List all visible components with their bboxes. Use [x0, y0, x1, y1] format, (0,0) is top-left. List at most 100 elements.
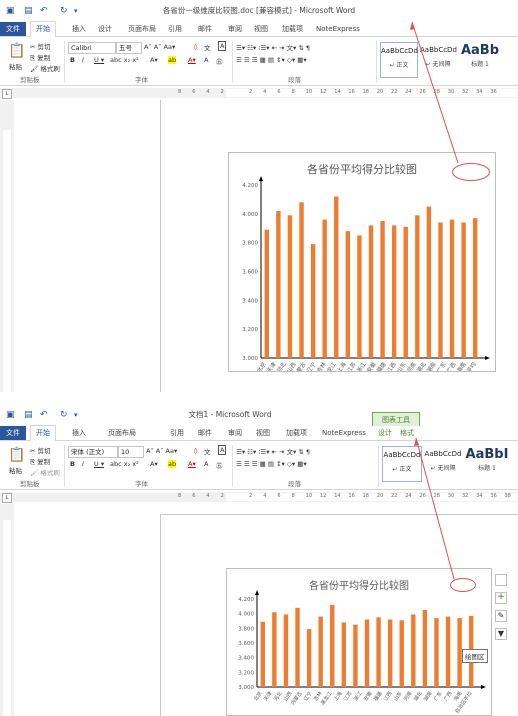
- tab-chart-format[interactable]: 格式: [400, 426, 414, 440]
- strike-sub-sup-buttons[interactable]: abc x₂ x²: [110, 56, 139, 64]
- cut-button[interactable]: ✂ 剪切: [30, 41, 51, 51]
- char-border-icon[interactable]: A: [218, 445, 227, 455]
- bar: [299, 202, 304, 358]
- tab-3[interactable]: 页面布局: [108, 426, 136, 440]
- tab-chart-design[interactable]: 设计: [378, 426, 392, 440]
- paste-icon[interactable]: 📋: [8, 447, 25, 463]
- x-tick-label: 天津: [266, 361, 278, 371]
- tab-1[interactable]: 开始: [30, 425, 56, 442]
- alignment-buttons[interactable]: ☰ ☰ ☰ ▦ ▤ ↕▾ ◇▾ ▦▾: [236, 460, 307, 468]
- tab-selector[interactable]: L: [2, 89, 12, 99]
- bar: [426, 206, 432, 358]
- horizontal-ruler[interactable]: L 8 6 4 2 2 4 6 8 10 12 14 16 18 20 22 24 26 28 30 32 34 36 38: [0, 492, 518, 503]
- font-color-icon[interactable]: A▾: [188, 460, 196, 468]
- vertical-ruler[interactable]: [0, 504, 14, 716]
- font-grow-shrink[interactable]: A˄ A˅ Aa▾: [146, 447, 177, 455]
- tab-8[interactable]: 视图: [254, 22, 268, 36]
- style-no-spacing[interactable]: AaBbCcDd ↵ 无间隔: [424, 446, 462, 480]
- bold-button[interactable]: B: [70, 56, 75, 64]
- vertical-ruler[interactable]: [0, 100, 14, 392]
- phonetic-icon[interactable]: 文: [204, 42, 211, 52]
- char-border-icon[interactable]: A: [218, 41, 227, 51]
- copy-button[interactable]: ⎘ 复制: [30, 456, 50, 467]
- enclose-char-icon[interactable]: ㊄: [216, 460, 223, 470]
- chart-elements-plus-icon[interactable]: +: [495, 592, 507, 604]
- separator: [64, 41, 65, 83]
- tab-6[interactable]: 审阅: [228, 426, 242, 440]
- phonetic-icon[interactable]: 文: [204, 446, 211, 456]
- ruler-number: 12: [320, 89, 327, 95]
- tab-4[interactable]: 页面布局: [128, 22, 156, 36]
- enclose-char-icon[interactable]: ㊄: [216, 56, 223, 66]
- char-shading-icon[interactable]: A: [204, 460, 208, 468]
- chart-filter-icon[interactable]: ▼: [495, 628, 507, 640]
- font-name-combo[interactable]: 宋体 (正文): [68, 446, 118, 458]
- list-buttons[interactable]: ☰▾ ☷▾ ⁝☰▾ ⇤ ⇥ 文▾ ⇅ ¶: [236, 446, 310, 456]
- font-size-combo[interactable]: 五号: [116, 42, 142, 54]
- tab-3[interactable]: 设计: [98, 22, 112, 36]
- format-painter-button[interactable]: 🖌 格式刷: [30, 63, 60, 73]
- style-no-spacing[interactable]: AaBbCcDd ↵ 无间隔: [420, 42, 457, 76]
- format-painter-button[interactable]: 🖌 格式刷: [30, 467, 60, 477]
- tab-8[interactable]: 加载项: [286, 426, 307, 440]
- plot-area[interactable]: 3.0003.2003.4003.6003.8004.0004.200北京天津河…: [229, 153, 495, 371]
- underline-button[interactable]: U ▾: [94, 460, 104, 468]
- tab-5[interactable]: 引用: [168, 22, 182, 36]
- highlight-icon[interactable]: ab: [168, 56, 177, 64]
- tab-7[interactable]: 视图: [256, 426, 270, 440]
- gap: [0, 392, 518, 404]
- tab-10[interactable]: NoteExpress: [316, 22, 360, 36]
- paste-button[interactable]: 粘贴: [9, 61, 22, 71]
- tab-5[interactable]: 邮件: [198, 426, 212, 440]
- ruler-number: 4: [206, 493, 210, 499]
- text-effects-icon[interactable]: A▾: [150, 56, 158, 64]
- highlight-icon[interactable]: ab: [168, 460, 177, 468]
- style-heading-1[interactable]: AaBb 标题 1: [460, 42, 500, 76]
- strike-sub-sup-buttons[interactable]: abc x₂ x²: [110, 460, 139, 468]
- y-tick-label: 3.400: [238, 656, 254, 662]
- tab-selector[interactable]: L: [2, 493, 12, 503]
- bold-button[interactable]: B: [70, 460, 75, 468]
- tab-4[interactable]: 引用: [170, 426, 184, 440]
- bar: [449, 219, 455, 358]
- alignment-buttons[interactable]: ☰ ☰ ☰ ▦ ▤ ↕▾ ◇▾ ▦▾: [236, 56, 307, 64]
- paste-icon[interactable]: 📋: [8, 43, 25, 59]
- char-shading-icon[interactable]: A: [204, 56, 208, 64]
- cut-button[interactable]: ✂ 剪切: [30, 445, 51, 455]
- style-heading-1[interactable]: AaBbI 标题 1: [464, 446, 510, 480]
- separator: [376, 41, 377, 83]
- chart-object-2[interactable]: 各省份平均得分比较图 3.000 3.200 3.400 3.600 3.800 4.00…: [226, 568, 492, 716]
- tab-1[interactable]: 开始: [30, 21, 56, 38]
- tab-2[interactable]: 插入: [72, 22, 86, 36]
- font-size-combo[interactable]: 10: [118, 446, 144, 458]
- style-normal[interactable]: AaBbCcDd ↵ 正文: [382, 446, 422, 482]
- font-name-combo[interactable]: Calibri: [68, 42, 116, 54]
- clear-format-icon[interactable]: ◊: [194, 43, 197, 51]
- scissors-icon: ✂: [30, 447, 36, 455]
- paste-button[interactable]: 粘贴: [9, 465, 22, 475]
- copy-button[interactable]: ⎘ 复制: [30, 52, 50, 63]
- italic-button[interactable]: I: [82, 56, 84, 64]
- tab-9[interactable]: 加载项: [282, 22, 303, 36]
- list-buttons[interactable]: ☰▾ ☷▾ ⁝☰▾ ⇤ ⇥ 文▾ ⇅ ¶: [236, 42, 310, 52]
- bar: [461, 222, 466, 358]
- horizontal-ruler[interactable]: L 8 6 4 2 2 4 6 8 10 12 14 16 18 20 22 24 26 28 30 32 34 36: [0, 88, 518, 99]
- tab-2[interactable]: 插入: [72, 426, 86, 440]
- italic-button[interactable]: I: [82, 460, 84, 468]
- tab-0[interactable]: 文件: [0, 426, 26, 440]
- underline-button[interactable]: U ▾: [94, 56, 104, 64]
- chart-styles-brush-icon[interactable]: ✎: [495, 610, 507, 622]
- clear-format-icon[interactable]: ◊: [194, 447, 197, 455]
- plot-area[interactable]: 3.0003.2003.4003.6003.8004.0004.200北京天津河…: [227, 569, 491, 715]
- style-normal[interactable]: AaBbCcDd ↵ 正文: [380, 42, 418, 78]
- x-tick-label: 天津: [262, 690, 273, 702]
- tab-9[interactable]: NoteExpress: [322, 426, 366, 440]
- tab-0[interactable]: 文件: [0, 22, 26, 36]
- chart-object-1[interactable]: 各省份平均得分比较图 3.000 3.200 3.400 3.600 3.800 4.00…: [228, 152, 496, 372]
- tab-6[interactable]: 邮件: [198, 22, 212, 36]
- font-grow-shrink[interactable]: A˄ A˅ Aa▾: [144, 43, 175, 51]
- font-color-icon[interactable]: A▾: [188, 56, 196, 64]
- tab-7[interactable]: 审阅: [228, 22, 242, 36]
- layout-options-icon[interactable]: [495, 574, 507, 586]
- text-effects-icon[interactable]: A▾: [150, 460, 158, 468]
